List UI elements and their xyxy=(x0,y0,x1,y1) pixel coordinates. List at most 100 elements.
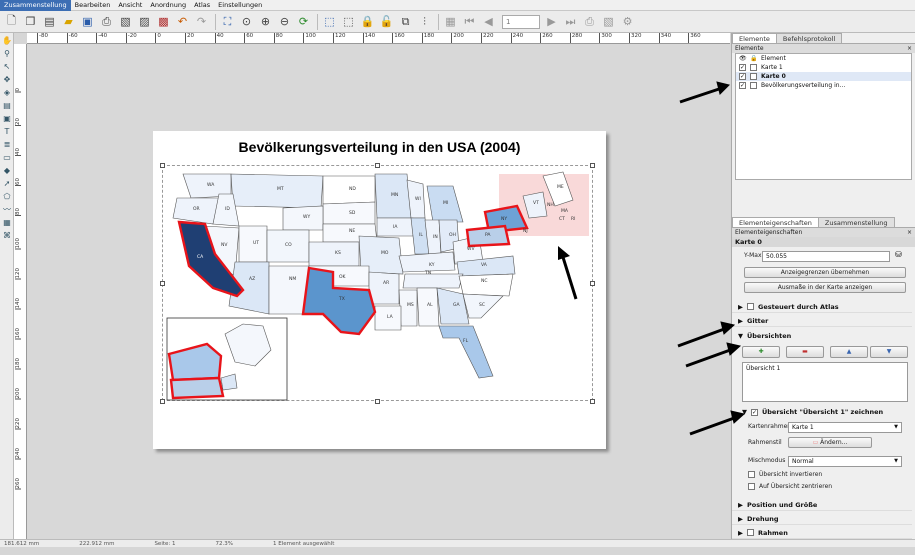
add-legend-icon[interactable]: ≣ xyxy=(1,138,13,150)
section-frame[interactable]: ▶ Rahmen xyxy=(732,527,912,539)
raise-icon[interactable]: ⧉ xyxy=(397,13,414,30)
move-content-icon[interactable]: ✥ xyxy=(1,73,13,85)
atlas-page-spinbox[interactable]: 1 xyxy=(502,14,540,29)
selection-handle[interactable] xyxy=(160,281,165,286)
ungroup-icon[interactable]: ⬚ xyxy=(340,13,357,30)
status-zoom[interactable]: 72.3% xyxy=(215,541,232,547)
center-checkbox[interactable] xyxy=(748,483,755,490)
selection-handle[interactable] xyxy=(590,399,595,404)
section-rotation[interactable]: ▶ Drehung xyxy=(732,513,912,525)
edit-nodes-icon[interactable]: ◈ xyxy=(1,86,13,98)
blend-select[interactable]: Normal ▼ xyxy=(788,456,902,467)
menu-item-0[interactable]: Zusammenstellung xyxy=(0,0,71,11)
section-overviews[interactable]: ▼ Übersichten xyxy=(732,330,912,342)
list-item[interactable]: ✓ Karte 0 xyxy=(736,72,911,81)
zoom-100-icon[interactable]: ⊙ xyxy=(238,13,255,30)
new-composer-icon[interactable]: 🗋 xyxy=(3,13,20,30)
atlas-export-icon[interactable]: ▧ xyxy=(600,13,617,30)
visibility-checkbox[interactable]: ✓ xyxy=(739,73,746,80)
list-item[interactable]: ✓ Bevölkerungsverteilung in... xyxy=(736,81,911,90)
open-folder-icon[interactable]: ▰ xyxy=(60,13,77,30)
add-polygon-icon[interactable]: ⬠ xyxy=(1,190,13,202)
zoom-icon[interactable]: ⚲ xyxy=(1,47,13,59)
list-item[interactable]: ✓ Karte 1 xyxy=(736,63,911,72)
tab-history[interactable]: Befehlsprotokoll xyxy=(775,33,843,43)
map-title-label[interactable]: Bevölkerungsverteilung in den USA (2004) xyxy=(153,139,606,155)
zoom-in-icon[interactable]: ⊕ xyxy=(257,13,274,30)
main-map-item[interactable]: WA MT ND MN OR ID SD WI MI NY WY IA NE PA NV UT CO IL IN OH… xyxy=(162,165,593,401)
group-icon[interactable]: ⬚ xyxy=(321,13,338,30)
tab-item-properties[interactable]: Elementeigenschaften xyxy=(732,217,819,227)
section-draw-overview[interactable]: ▼ ✓ Übersicht "Übersicht 1" zeichnen xyxy=(736,406,912,418)
ymax-input[interactable]: 50.055 xyxy=(762,251,890,262)
refresh-icon[interactable]: ⟳ xyxy=(295,13,312,30)
visibility-checkbox[interactable]: ✓ xyxy=(739,82,746,89)
close-icon[interactable]: × xyxy=(907,44,912,53)
menu-item-1[interactable]: Bearbeiten xyxy=(71,0,115,11)
lock-checkbox[interactable] xyxy=(750,73,757,80)
print-icon[interactable]: ⎙ xyxy=(98,13,115,30)
expression-icon[interactable]: ⛁ xyxy=(895,250,902,259)
draw-overview-checkbox[interactable]: ✓ xyxy=(751,408,758,416)
section-grid[interactable]: ▶ Gitter xyxy=(732,315,912,327)
duplicate-icon[interactable]: ❐ xyxy=(22,13,39,30)
prev-feature-icon[interactable]: ◀ xyxy=(480,13,497,30)
align-icon[interactable]: ⫶ xyxy=(416,13,433,30)
list-item[interactable]: Übersicht 1 xyxy=(743,363,907,374)
export-svg-icon[interactable]: ▨ xyxy=(136,13,153,30)
composer-canvas[interactable]: Bevölkerungsverteilung in den USA (2004)… xyxy=(27,44,730,539)
add-image-icon[interactable]: ▣ xyxy=(1,112,13,124)
menu-item-2[interactable]: Ansicht xyxy=(114,0,146,11)
lock-checkbox[interactable] xyxy=(750,64,757,71)
add-shape-icon[interactable]: ◆ xyxy=(1,164,13,176)
close-icon[interactable]: × xyxy=(907,228,912,237)
export-pdf-icon[interactable]: ▩ xyxy=(155,13,172,30)
tab-items[interactable]: Elemente xyxy=(732,33,777,43)
atlas-print-icon[interactable]: ⎙ xyxy=(581,13,598,30)
templates-icon[interactable]: ▤ xyxy=(41,13,58,30)
zoom-full-icon[interactable]: ⛶ xyxy=(219,13,236,30)
select-move-icon[interactable]: ↖ xyxy=(1,60,13,72)
selection-handle[interactable] xyxy=(160,399,165,404)
tab-composition[interactable]: Zusammenstellung xyxy=(817,217,895,227)
export-image-icon[interactable]: ▧ xyxy=(117,13,134,30)
view-extent-button[interactable]: Ausmaße in der Karte anzeigen xyxy=(744,282,906,293)
undo-icon[interactable]: ↶ xyxy=(174,13,191,30)
set-extent-button[interactable]: Anzeigegrenzen übernehmen xyxy=(744,267,906,278)
selection-handle[interactable] xyxy=(160,163,165,168)
remove-overview-button[interactable]: ▬ xyxy=(786,346,824,358)
frame-checkbox[interactable] xyxy=(747,529,754,536)
section-position[interactable]: ▶ Position und Größe xyxy=(732,499,912,511)
layout-page[interactable]: Bevölkerungsverteilung in den USA (2004)… xyxy=(153,131,606,449)
selection-handle[interactable] xyxy=(375,163,380,168)
add-scalebar-icon[interactable]: ▭ xyxy=(1,151,13,163)
move-up-button[interactable]: ▲ xyxy=(830,346,868,358)
add-label-icon[interactable]: T xyxy=(1,125,13,137)
add-html-icon[interactable]: ⌘ xyxy=(1,229,13,241)
atlas-checkbox[interactable] xyxy=(747,303,754,310)
atlas-settings-icon[interactable]: ⚙ xyxy=(619,13,636,30)
invert-checkbox[interactable] xyxy=(748,471,755,478)
change-style-button[interactable]: ▭ Ändern... xyxy=(788,437,872,448)
menu-item-4[interactable]: Atlas xyxy=(190,0,214,11)
add-overview-button[interactable]: ✚ xyxy=(742,346,780,358)
next-feature-icon[interactable]: ▶ xyxy=(543,13,560,30)
menu-item-5[interactable]: Einstellungen xyxy=(214,0,266,11)
visibility-checkbox[interactable]: ✓ xyxy=(739,64,746,71)
section-atlas[interactable]: ▶ Gesteuert durch Atlas xyxy=(732,301,912,313)
add-arrow-icon[interactable]: ➚ xyxy=(1,177,13,189)
zoom-out-icon[interactable]: ⊖ xyxy=(276,13,293,30)
last-feature-icon[interactable]: ⏭ xyxy=(562,13,579,30)
add-table-icon[interactable]: ▦ xyxy=(1,216,13,228)
add-map-icon[interactable]: ▤ xyxy=(1,99,13,111)
invert-option[interactable]: Übersicht invertieren xyxy=(748,471,822,478)
redo-icon[interactable]: ↷ xyxy=(193,13,210,30)
frame-select[interactable]: Karte 1 ▼ xyxy=(788,422,902,433)
move-down-button[interactable]: ▼ xyxy=(870,346,908,358)
first-feature-icon[interactable]: ⏮ xyxy=(461,13,478,30)
pan-icon[interactable]: ✋ xyxy=(1,34,13,46)
center-option[interactable]: Auf Übersicht zentrieren xyxy=(748,483,832,490)
atlas-preview-icon[interactable]: ▦ xyxy=(442,13,459,30)
selection-handle[interactable] xyxy=(590,163,595,168)
save-icon[interactable]: ▣ xyxy=(79,13,96,30)
